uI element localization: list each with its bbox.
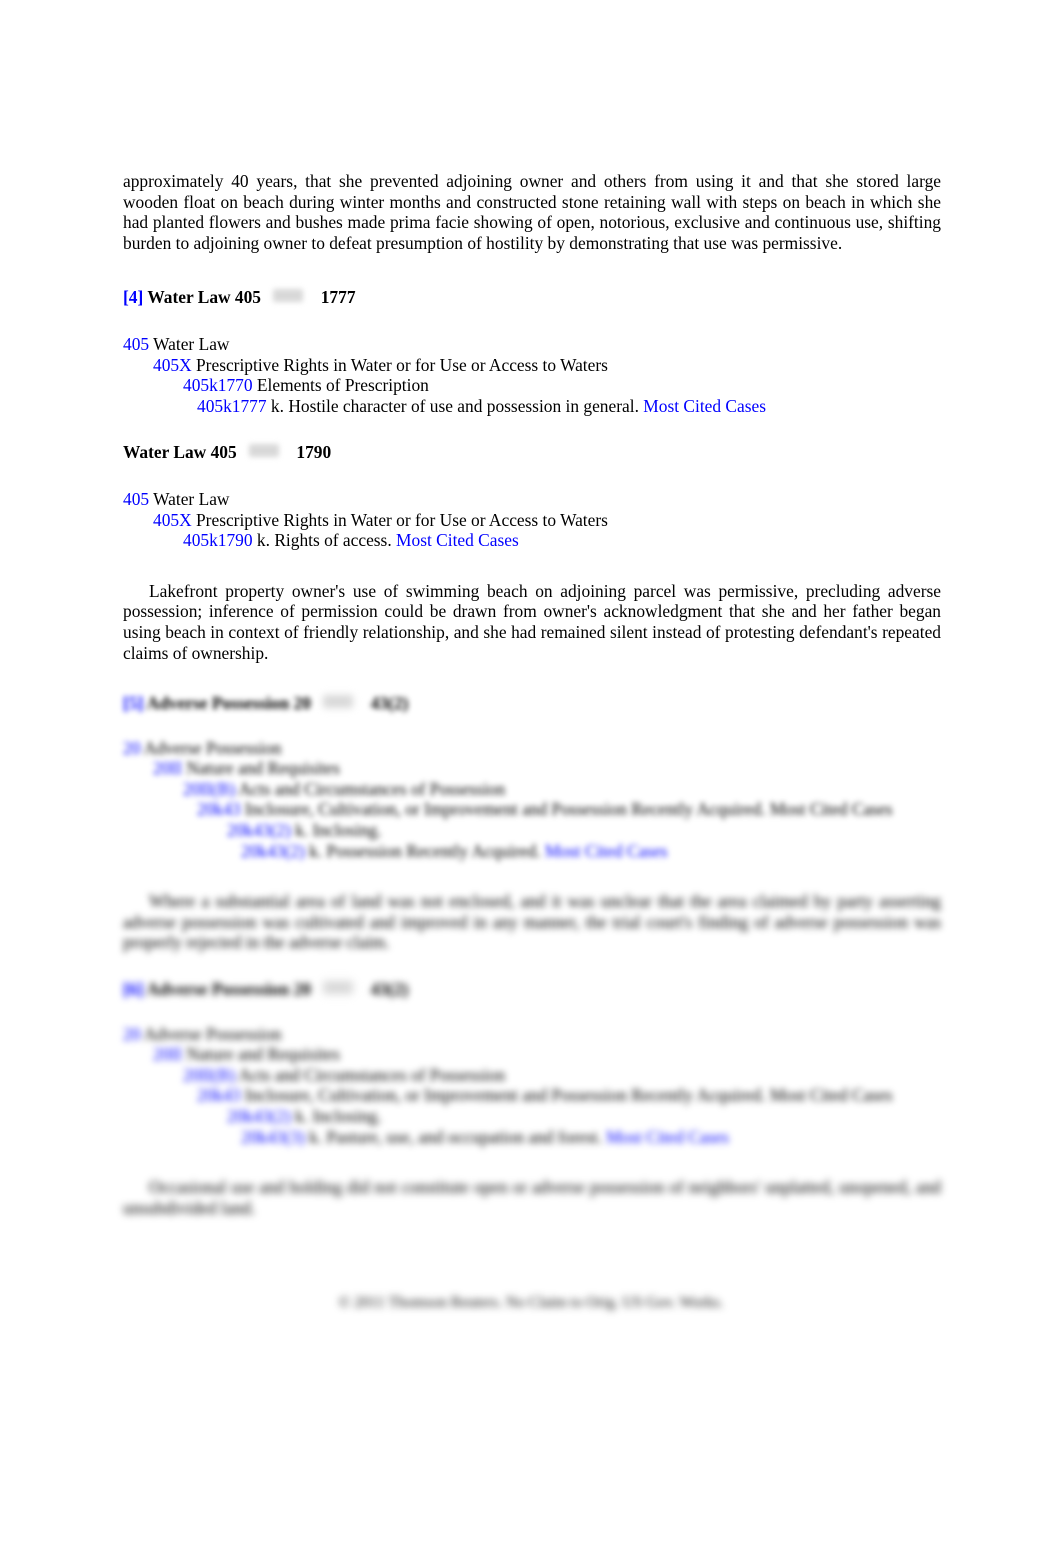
headnote-5-topic: Water Law 405 (123, 442, 237, 463)
outline-label: Nature and Requisites (186, 758, 340, 779)
outline-code[interactable]: 405 (123, 334, 149, 354)
outline-row: 20II(B) Acts and Circumstances of Posses… (123, 1065, 941, 1086)
outline-label: Prescriptive Rights in Water or for Use … (196, 509, 608, 530)
outline-label: Elements of Prescription (256, 375, 429, 396)
outline-code[interactable]: 20k43(2) (227, 820, 291, 840)
headnote-6-number: 43(2) (370, 693, 409, 714)
outline-code[interactable]: 20k43 (197, 799, 240, 819)
outline-code[interactable]: 405k1790 (183, 530, 253, 550)
outline-row: 405 Water Law (123, 489, 941, 510)
outline-row: 20k43(2) k. Possession Recently Acquired… (123, 841, 941, 862)
most-cited-cases-link[interactable]: Most Cited Cases (643, 396, 766, 416)
outline-label: k. Pasture, use, and occupation and fore… (309, 1126, 602, 1147)
outline-code[interactable]: 20k43 (197, 1085, 240, 1105)
headnote-5-outline: 405 Water Law 405X Prescriptive Rights i… (123, 489, 941, 551)
outline-row: 405k1790 k. Rights of access. Most Cited… (123, 530, 941, 551)
most-cited-cases-link[interactable]: Most Cited Cases (545, 841, 668, 861)
outline-code[interactable]: 405k1770 (183, 375, 253, 395)
outline-code[interactable]: 20 (123, 1024, 140, 1044)
outline-row: 20 Adverse Possession (123, 738, 941, 759)
outline-code[interactable]: 20 (123, 738, 140, 758)
headnote-4-number: 1777 (320, 287, 356, 308)
outline-row: 405X Prescriptive Rights in Water or for… (123, 510, 941, 531)
outline-code[interactable]: 20II (153, 758, 182, 778)
headnote-4-topic: Water Law 405 (147, 287, 262, 308)
outline-code[interactable]: 20II (153, 1044, 182, 1064)
outline-row: 405X Prescriptive Rights in Water or for… (123, 355, 941, 376)
outline-label: Water Law (153, 488, 230, 509)
outline-label: Acts and Circumstances of Possession (238, 778, 506, 799)
headnote-7-topic: Adverse Possession 20 (146, 979, 311, 1000)
outline-row: 20 Adverse Possession (123, 1024, 941, 1045)
headnote-4-heading: [4] Water Law 405 1777 (123, 287, 941, 308)
outline-label: Inclosure, Cultivation, or Improvement a… (244, 1085, 893, 1106)
outline-code[interactable]: 20k43(2) (227, 1106, 291, 1126)
outline-row: 20II(B) Acts and Circumstances of Posses… (123, 779, 941, 800)
outline-row: 20k43(2) k. Inclosing. (123, 1106, 941, 1127)
outline-row: 20k43 Inclosure, Cultivation, or Improve… (123, 1085, 941, 1106)
outline-row: 405k1777 k. Hostile character of use and… (123, 396, 941, 417)
outline-row: 405k1770 Elements of Prescription (123, 375, 941, 396)
outline-label: Nature and Requisites (186, 1044, 340, 1065)
headnote-7-number: 43(2) (370, 979, 409, 1000)
outline-row: 405 Water Law (123, 334, 941, 355)
outline-label: Prescriptive Rights in Water or for Use … (196, 354, 608, 375)
most-cited-cases-link[interactable]: Most Cited Cases (396, 530, 519, 550)
outline-code[interactable]: 20k43(3) (241, 1127, 305, 1147)
headnote-6-heading: [5] Adverse Possession 20 43(2) (123, 693, 941, 714)
outline-label: Inclosure, Cultivation, or Improvement a… (244, 799, 893, 820)
outline-code[interactable]: 405X (153, 355, 192, 375)
page-footer: © 2011 Thomson Reuters. No Claim to Orig… (338, 1294, 724, 1311)
outline-label: k. Inclosing. (295, 1106, 382, 1126)
outline-label: Acts and Circumstances of Possession (238, 1064, 506, 1085)
outline-code[interactable]: 405 (123, 489, 149, 509)
blurred-paragraph-1: Where a substantial area of land was not… (123, 891, 941, 953)
outline-label: k. Possession Recently Acquired. (309, 840, 541, 861)
key-symbol-icon (249, 444, 280, 458)
outline-row: 20k43(2) k. Inclosing. (123, 820, 941, 841)
lead-paragraph: approximately 40 years, that she prevent… (123, 171, 941, 253)
headnote-6-topic: Adverse Possession 20 (146, 693, 311, 714)
headnote-7-outline: 20 Adverse Possession 20II Nature and Re… (123, 1024, 941, 1148)
outline-row: 20II Nature and Requisites (123, 1044, 941, 1065)
outline-code[interactable]: 405X (153, 510, 192, 530)
document-page: approximately 40 years, that she prevent… (0, 0, 1062, 1556)
outline-row: 20k43(3) k. Pasture, use, and occupation… (123, 1127, 941, 1148)
outline-row: 20k43 Inclosure, Cultivation, or Improve… (123, 799, 941, 820)
headnote-4-tag: [4] (123, 287, 144, 308)
outline-code[interactable]: 20II(B) (183, 779, 235, 799)
outline-code[interactable]: 20k43(2) (241, 841, 305, 861)
headnote-7-heading: [6] Adverse Possession 20 43(2) (123, 979, 941, 1000)
headnote-6-outline: 20 Adverse Possession 20II Nature and Re… (123, 738, 941, 862)
blurred-paragraph-2: Occasional use and holding did not const… (123, 1177, 941, 1218)
summary-paragraph: Lakefront property owner's use of swimmi… (123, 580, 941, 663)
key-symbol-icon (323, 981, 354, 995)
headnote-7-tag: [6] (123, 979, 144, 1000)
page-content: approximately 40 years, that she prevent… (123, 171, 941, 1218)
most-cited-cases-link[interactable]: Most Cited Cases (606, 1127, 729, 1147)
key-symbol-icon (323, 695, 354, 709)
outline-row: 20II Nature and Requisites (123, 758, 941, 779)
outline-label: Water Law (153, 333, 230, 354)
outline-label: k. Hostile character of use and possessi… (270, 395, 639, 416)
headnote-5-heading: Water Law 405 1790 (123, 442, 941, 463)
headnote-6-tag: [5] (123, 693, 144, 714)
outline-code[interactable]: 405k1777 (197, 396, 267, 416)
outline-label: Adverse Possession (143, 737, 282, 758)
key-symbol-icon (273, 289, 304, 303)
outline-label: k. Inclosing. (295, 820, 382, 841)
outline-label: k. Rights of access. (256, 530, 392, 551)
outline-label: Adverse Possession (143, 1023, 282, 1044)
outline-code[interactable]: 20II(B) (183, 1065, 235, 1085)
headnote-4-outline: 405 Water Law 405X Prescriptive Rights i… (123, 334, 941, 416)
headnote-5-number: 1790 (296, 442, 332, 463)
